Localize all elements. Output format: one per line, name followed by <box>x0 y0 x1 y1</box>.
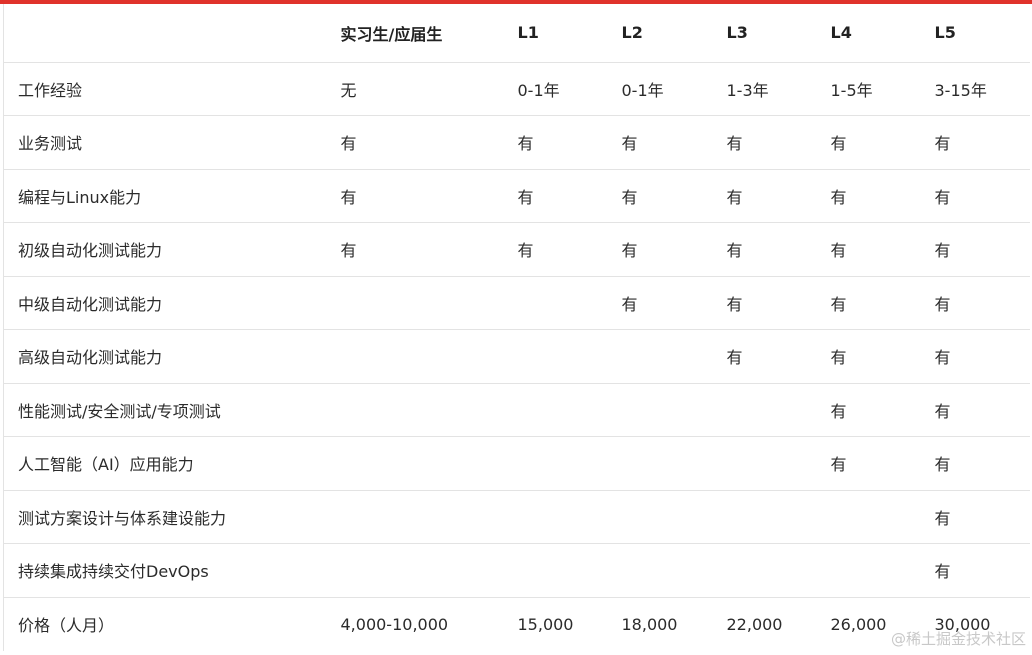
row-label: 人工智能（AI）应用能力 <box>3 436 328 491</box>
table-row: 测试方案设计与体系建设能力 有 <box>3 490 1030 544</box>
price-cell: 30,000 <box>934 614 991 634</box>
table-row: 业务测试 有 有 有 有 有 有 <box>3 115 1030 170</box>
header-cell-l4: L4 <box>817 4 922 63</box>
table-cell <box>713 543 818 598</box>
row-label: 持续集成持续交付DevOps <box>3 543 328 598</box>
table-row: 人工智能（AI）应用能力 有 有 <box>3 436 1030 491</box>
table-cell: 有 <box>713 329 818 384</box>
row-label: 初级自动化测试能力 <box>3 222 328 277</box>
table-cell: 有 <box>504 115 609 170</box>
table-cell: 有 <box>921 329 1030 384</box>
table-cell <box>713 383 818 437</box>
comparison-table-container: 实习生/应届生 L1 L2 L3 L4 L5 工作经验 无 0-1年 0-1年 … <box>3 4 1030 655</box>
price-cell: 4,000-10,000 <box>340 614 449 634</box>
table-cell: 有 <box>327 222 505 277</box>
table-cell: 有 <box>608 276 714 330</box>
row-label: 测试方案设计与体系建设能力 <box>3 490 328 544</box>
table-row: 高级自动化测试能力 有 有 有 <box>3 329 1030 384</box>
table-cell: 有 <box>713 222 818 277</box>
table-cell <box>817 490 922 544</box>
table-cell: 有 <box>504 169 609 223</box>
table-row: 持续集成持续交付DevOps 有 <box>3 543 1030 598</box>
table-cell <box>608 490 714 544</box>
header-cell-l3: L3 <box>713 4 818 63</box>
table-cell: 有 <box>921 276 1030 330</box>
row-label: 工作经验 <box>3 62 328 116</box>
table-cell: 有 <box>921 383 1030 437</box>
table-cell: 有 <box>921 222 1030 277</box>
table-header-row: 实习生/应届生 L1 L2 L3 L4 L5 <box>3 4 1030 63</box>
price-cell: 22,000 <box>726 614 783 634</box>
row-label: 业务测试 <box>3 115 328 170</box>
row-label: 性能测试/安全测试/专项测试 <box>3 383 328 437</box>
table-cell: 有 <box>504 222 609 277</box>
price-cell: 26,000 <box>830 614 887 634</box>
table-cell: 有 <box>817 276 922 330</box>
table-cell: 有 <box>921 436 1030 491</box>
table-cell: 有 <box>921 169 1030 223</box>
table-cell: 3-15年 <box>921 62 1030 116</box>
table-cell: 有 <box>921 115 1030 170</box>
table-row: 工作经验 无 0-1年 0-1年 1-3年 1-5年 3-15年 <box>3 62 1030 116</box>
table-cell: 有 <box>921 490 1030 544</box>
table-row: 初级自动化测试能力 有 有 有 有 有 有 <box>3 222 1030 277</box>
table-row: 中级自动化测试能力 有 有 有 有 <box>3 276 1030 330</box>
header-cell-l1: L1 <box>504 4 609 63</box>
table-cell <box>327 490 505 544</box>
table-cell: 有 <box>713 276 818 330</box>
header-cell-corner <box>3 4 328 63</box>
table-cell: 有 <box>817 222 922 277</box>
table-cell: 有 <box>608 222 714 277</box>
table-cell <box>608 329 714 384</box>
table-cell: 有 <box>608 169 714 223</box>
table-cell <box>817 543 922 598</box>
table-cell: 无 <box>327 62 505 116</box>
row-label: 价格（人月） <box>18 616 115 635</box>
table-row-price: 价格（人月） 4,000-10,000 15,000 18,000 22,000… <box>4 597 1031 651</box>
table-cell: 有 <box>327 115 505 170</box>
table-cell <box>608 436 714 491</box>
table-cell <box>327 436 505 491</box>
table-cell: 有 <box>817 169 922 223</box>
table-cell: 0-1年 <box>608 62 714 116</box>
table-cell: 有 <box>817 329 922 384</box>
table-cell: 有 <box>608 115 714 170</box>
table-cell <box>504 383 609 437</box>
table-cell <box>504 543 609 598</box>
price-cell: 15,000 <box>517 614 574 634</box>
table-cell <box>713 436 818 491</box>
table-cell: 有 <box>713 169 818 223</box>
table-cell: 有 <box>327 169 505 223</box>
row-label: 编程与Linux能力 <box>3 169 328 223</box>
table-cell <box>327 329 505 384</box>
header-cell-l2: L2 <box>608 4 714 63</box>
table-cell <box>608 543 714 598</box>
row-label: 中级自动化测试能力 <box>3 276 328 330</box>
table-cell <box>504 490 609 544</box>
table-cell <box>327 543 505 598</box>
table-cell <box>713 490 818 544</box>
table-cell <box>327 276 505 330</box>
table-cell: 有 <box>713 115 818 170</box>
header-cell-intern: 实习生/应届生 <box>327 4 505 63</box>
row-label: 高级自动化测试能力 <box>3 329 328 384</box>
table-cell: 有 <box>817 436 922 491</box>
table-cell <box>504 276 609 330</box>
table-cell: 有 <box>817 115 922 170</box>
table-row: 性能测试/安全测试/专项测试 有 有 <box>3 383 1030 437</box>
table-cell: 1-5年 <box>817 62 922 116</box>
header-cell-l5: L5 <box>921 4 1030 63</box>
table-row: 编程与Linux能力 有 有 有 有 有 有 <box>3 169 1030 223</box>
table-cell: 1-3年 <box>713 62 818 116</box>
level-comparison-table: 实习生/应届生 L1 L2 L3 L4 L5 工作经验 无 0-1年 0-1年 … <box>3 4 1030 651</box>
table-cell: 0-1年 <box>504 62 609 116</box>
table-cell <box>504 329 609 384</box>
table-cell <box>327 383 505 437</box>
table-cell: 有 <box>817 383 922 437</box>
table-cell: 有 <box>921 543 1030 598</box>
price-cell: 18,000 <box>621 614 678 634</box>
table-cell <box>504 436 609 491</box>
table-cell <box>608 383 714 437</box>
